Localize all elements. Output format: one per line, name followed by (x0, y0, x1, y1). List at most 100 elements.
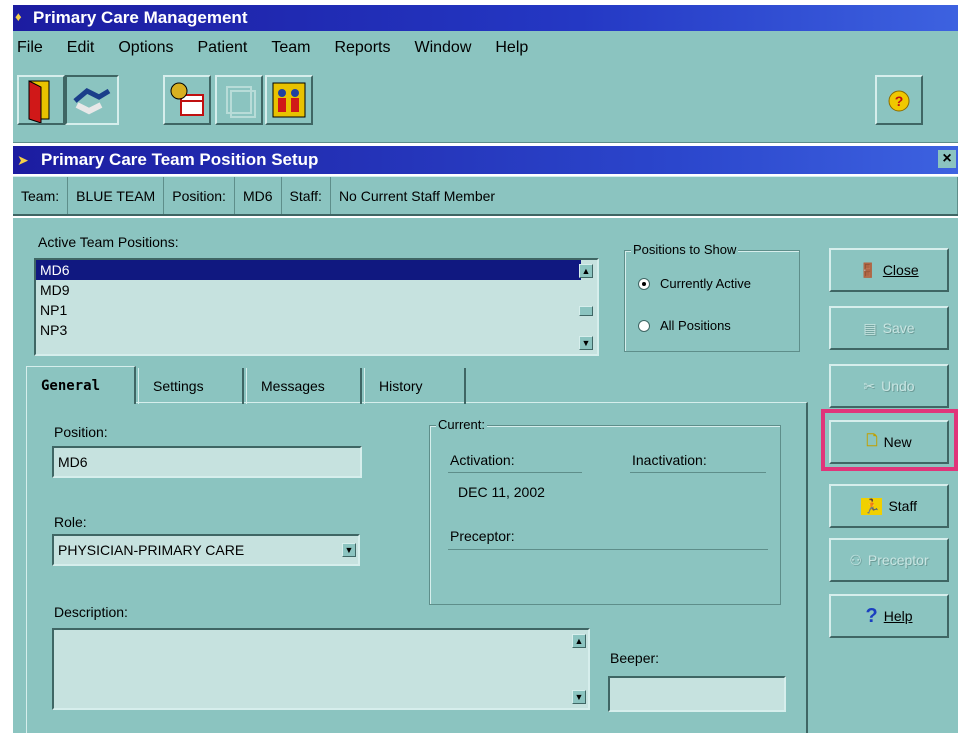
tab-history[interactable]: History (364, 368, 466, 404)
documents-icon (226, 86, 256, 118)
menu-patient[interactable]: Patient (198, 39, 248, 57)
staff-label: Staff: (282, 177, 331, 214)
staff-button-label: Staff (888, 498, 917, 514)
help-button[interactable]: ? Help (829, 594, 949, 638)
menu-reports[interactable]: Reports (334, 39, 390, 57)
scroll-down-icon[interactable]: ▼ (579, 336, 593, 350)
preceptor-label: Preceptor: (450, 528, 515, 544)
scroll-down-icon[interactable]: ▼ (572, 690, 586, 704)
inactivation-label: Inactivation: (632, 452, 707, 468)
position-field-label: Position: (54, 424, 108, 440)
radio-all-positions[interactable]: All Positions (638, 318, 731, 333)
question-icon: ? (865, 604, 878, 627)
menu-help[interactable]: Help (495, 39, 528, 57)
role-select[interactable]: PHYSICIAN-PRIMARY CARE ▼ (52, 534, 360, 566)
team-members-button[interactable] (265, 75, 313, 125)
new-button[interactable]: 🗋 New (829, 420, 949, 464)
scissors-icon: ✂ (863, 377, 876, 394)
menu-options[interactable]: Options (118, 39, 173, 57)
close-button-label: Close (882, 262, 919, 278)
toolbar: ? (13, 65, 958, 143)
scroll-up-icon[interactable]: ▲ (572, 634, 586, 648)
position-value: MD6 (235, 177, 282, 214)
child-window-title: Primary Care Team Position Setup (41, 150, 319, 169)
preceptor-button-label: Preceptor (867, 552, 929, 568)
activation-underline (448, 472, 582, 473)
list-scrollbar[interactable]: ▲ ▼ (577, 262, 595, 352)
scroll-thumb[interactable] (579, 306, 593, 316)
tab-messages[interactable]: Messages (246, 368, 362, 404)
close-button[interactable]: 🚪 Close (829, 248, 949, 292)
activation-label: Activation: (450, 452, 515, 468)
list-item[interactable]: MD6 (36, 260, 581, 280)
radio-currently-active-label: Currently Active (660, 276, 752, 291)
tab-general-label: General (41, 377, 101, 394)
tab-history-label: History (379, 378, 423, 394)
question-icon: ? (888, 90, 910, 112)
tab-settings-label: Settings (153, 378, 204, 394)
app-title: Primary Care Management (33, 8, 248, 27)
scroll-up-icon[interactable]: ▲ (579, 264, 593, 278)
tab-settings[interactable]: Settings (138, 368, 244, 404)
documents-button[interactable] (215, 75, 263, 125)
description-textarea[interactable]: ▲ ▼ (52, 628, 590, 710)
list-item[interactable]: NP3 (36, 320, 581, 340)
child-window-title-bar: ➤ Primary Care Team Position Setup × (13, 146, 958, 174)
handshake-button[interactable] (65, 75, 119, 125)
svg-text:?: ? (895, 93, 904, 109)
radio-unselected-icon (638, 319, 650, 332)
info-bar: Team: BLUE TEAM Position: MD6 Staff: No … (13, 176, 958, 216)
handshake-icon (73, 88, 111, 115)
door-icon (28, 80, 50, 124)
undo-button-label: Undo (881, 378, 915, 394)
undo-button[interactable]: ✂ Undo (829, 364, 949, 408)
tab-messages-label: Messages (261, 378, 325, 394)
menu-window[interactable]: Window (414, 39, 471, 57)
calendar-icon (170, 82, 204, 116)
help-toolbar-button[interactable]: ? (875, 75, 923, 125)
menu-bar: File Edit Options Patient Team Reports W… (13, 31, 958, 65)
list-item[interactable]: MD9 (36, 280, 581, 300)
menu-edit[interactable]: Edit (67, 39, 95, 57)
position-label: Position: (164, 177, 235, 214)
tab-general[interactable]: General (26, 366, 136, 404)
positions-to-show-group (624, 250, 800, 352)
radio-all-positions-label: All Positions (660, 318, 731, 333)
role-value: PHYSICIAN-PRIMARY CARE (58, 542, 245, 558)
app-title-bar: ♦ Primary Care Management (13, 5, 958, 31)
positions-to-show-label: Positions to Show (631, 242, 739, 257)
description-field-label: Description: (54, 604, 128, 620)
activation-value: DEC 11, 2002 (458, 484, 545, 500)
chevron-down-icon[interactable]: ▼ (342, 543, 356, 557)
window-icon: ➤ (17, 152, 29, 168)
disk-icon: ▤ (863, 319, 877, 336)
staff-button[interactable]: 🏃 Staff (829, 484, 949, 528)
staff-value: No Current Staff Member (331, 177, 958, 214)
help-button-label: Help (883, 608, 913, 624)
positions-list-label: Active Team Positions: (38, 234, 179, 250)
running-person-icon: 🏃 (861, 497, 883, 515)
radio-currently-active[interactable]: Currently Active (638, 276, 751, 291)
current-group-label: Current: (436, 417, 487, 432)
people-icon: ⚇ (849, 551, 862, 568)
beeper-input[interactable] (608, 676, 786, 712)
positions-list[interactable]: MD6 MD9 NP1 NP3 ▲ ▼ (34, 258, 599, 356)
inactivation-underline (630, 472, 766, 473)
position-input[interactable]: MD6 (52, 446, 362, 478)
save-button-label: Save (882, 320, 915, 336)
exit-door-button[interactable] (17, 75, 65, 125)
menu-team[interactable]: Team (271, 39, 310, 57)
calendar-button[interactable] (163, 75, 211, 125)
door-exit-icon: 🚪 (859, 261, 877, 278)
menu-file[interactable]: File (17, 39, 43, 57)
close-icon[interactable]: × (938, 150, 956, 168)
preceptor-button[interactable]: ⚇ Preceptor (829, 538, 949, 582)
save-button[interactable]: ▤ Save (829, 306, 949, 350)
list-item[interactable]: NP1 (36, 300, 581, 320)
team-value: BLUE TEAM (68, 177, 165, 214)
app-icon: ♦ (15, 9, 22, 24)
team-label: Team: (13, 177, 69, 214)
new-document-icon: 🗋 (866, 432, 878, 448)
new-button-label: New (883, 434, 912, 450)
role-field-label: Role: (54, 514, 87, 530)
